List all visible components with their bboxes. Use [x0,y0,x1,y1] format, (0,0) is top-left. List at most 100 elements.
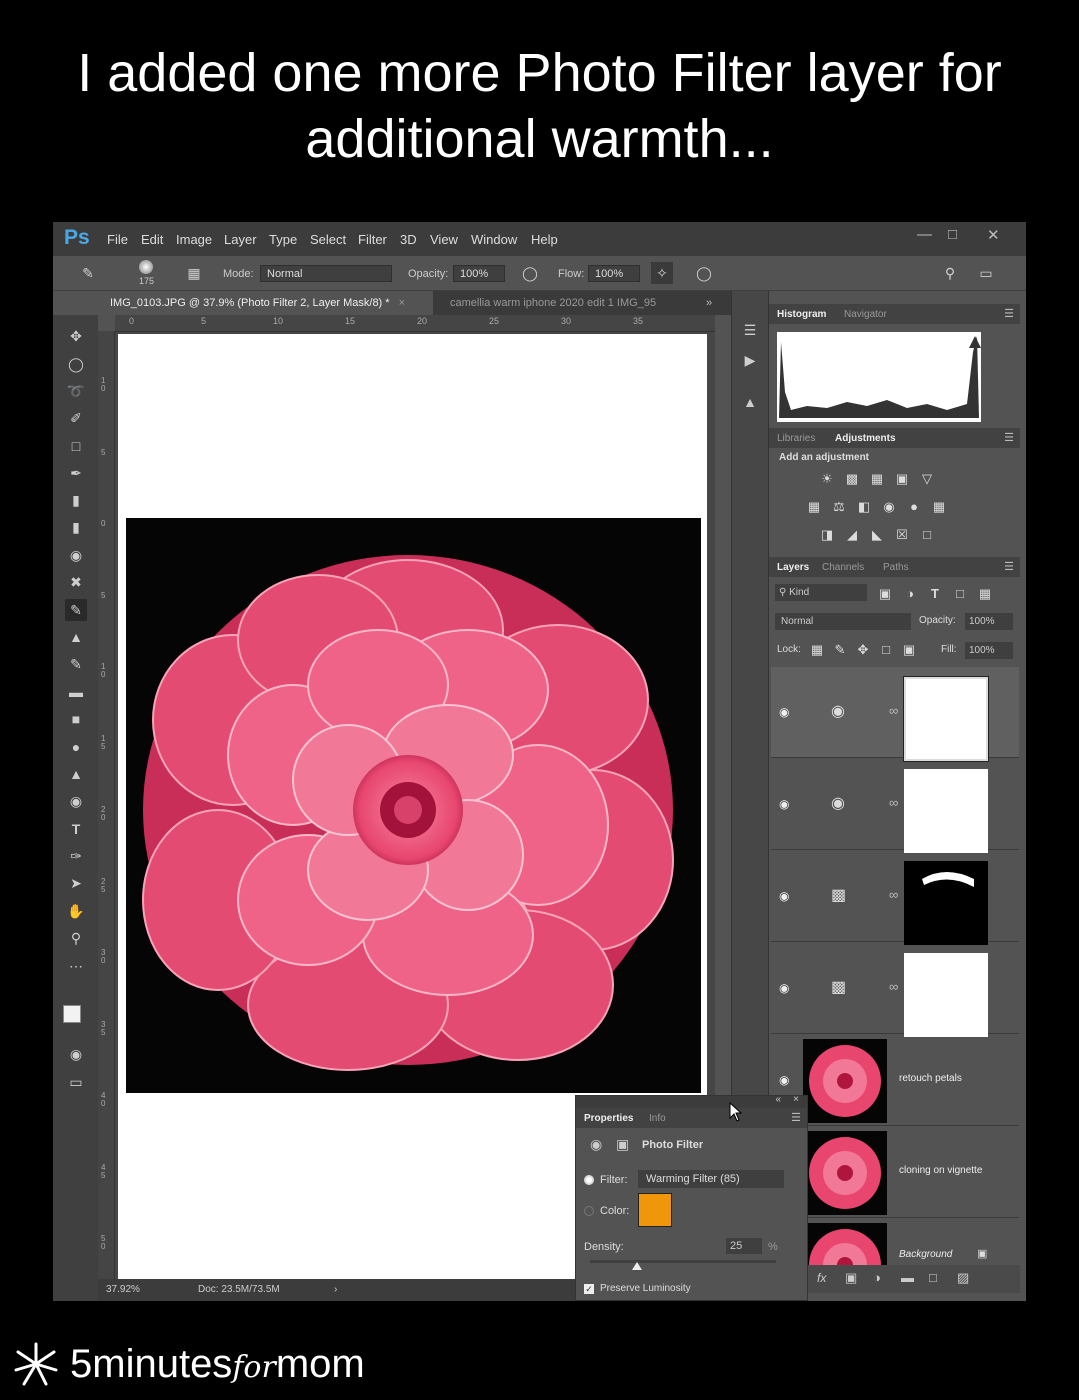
menu-file[interactable]: File [107,232,128,247]
selective-color-icon[interactable]: ☒ [894,528,910,542]
mask-link-icon[interactable]: ∞ [889,795,898,810]
mask-link-icon[interactable]: ∞ [889,979,898,994]
filter-radio[interactable] [584,1175,594,1185]
tab-histogram[interactable]: Histogram [777,309,826,320]
posterize-icon[interactable]: ◢ [844,528,860,542]
airbrush-icon[interactable]: ✧ [651,262,673,284]
layer-row-cloning-on-vignette[interactable]: ◉ cloning on vignette [771,1127,1019,1218]
layer-row-photo-filter-1[interactable]: ◉ ◉ ∞ [771,759,1019,853]
clone-source-icon[interactable]: ▲ [739,391,761,413]
doc-tab-inactive[interactable]: camellia warm iphone 2020 edit 1 IMG_95 [450,291,690,315]
lock-paint-icon[interactable]: ✎ [832,643,848,657]
visibility-eye-icon[interactable]: ◉ [779,797,789,811]
mask-link-icon[interactable]: ∞ [889,703,898,718]
filter-smart-object-icon[interactable]: ▦ [977,587,993,601]
minimize-icon[interactable]: — [917,226,932,243]
actions-play-icon[interactable]: ▶ [739,349,761,371]
dodge-tool-icon[interactable]: ◉ [65,790,87,812]
layer-mask-thumbnail[interactable] [904,953,988,1037]
panel-menu-icon[interactable]: ☰ [791,1111,801,1124]
fx-icon[interactable]: fx [817,1271,826,1285]
history-brush-icon[interactable]: ✎ [65,653,87,675]
filter-select[interactable]: Warming Filter (85) [638,1170,784,1188]
quick-select-tool-icon[interactable]: ✐ [65,407,87,429]
visibility-eye-icon[interactable]: ◉ [779,981,789,995]
quick-mask-icon[interactable]: ◉ [65,1043,87,1065]
vibrance-icon[interactable]: ▽ [919,472,935,486]
new-adjustment-icon[interactable]: ◑ [873,1270,881,1285]
content-aware-tool-icon[interactable]: ◉ [65,544,87,566]
lock-all-icon[interactable]: ▣ [901,643,917,657]
move-tool-icon[interactable]: ✥ [65,325,87,347]
blend-mode-select[interactable]: Normal [775,613,911,630]
panel-menu-icon[interactable]: ☰ [1004,431,1014,444]
visibility-eye-icon[interactable]: ◉ [779,705,789,719]
layer-row-background[interactable]: Background ▣ [771,1219,1019,1265]
workspace-icon[interactable]: ▭ [975,262,997,284]
screen-mode-icon[interactable]: ▭ [65,1071,87,1093]
color-radio[interactable] [584,1206,594,1216]
filter-shape-icon[interactable]: □ [952,587,968,601]
menu-image[interactable]: Image [176,232,212,247]
visibility-eye-icon[interactable]: ◉ [779,1073,789,1087]
lock-artboard-icon[interactable]: □ [878,643,894,657]
opacity-field[interactable]: 100% [453,265,505,282]
lock-pixels-icon[interactable]: ▦ [809,643,825,657]
layer-mask-thumbnail[interactable] [904,861,988,945]
color-lookup-icon[interactable]: ▦ [931,500,947,514]
gradient-tool-icon[interactable]: ■ [65,708,87,730]
red-eye-tool-icon[interactable]: ✖ [65,571,87,593]
tabs-overflow-icon[interactable]: » [706,291,712,315]
zoom-tool-icon[interactable]: ⚲ [65,927,87,949]
eyedropper-tool-icon[interactable]: ✒ [65,462,87,484]
hue-saturation-icon[interactable]: ▦ [806,500,822,514]
close-icon[interactable]: ✕ [987,226,1000,244]
brush-panel-icon[interactable]: ▦ [183,262,205,284]
filter-pixel-icon[interactable]: ▣ [877,587,893,601]
doc-tab-active[interactable]: IMG_0103.JPG @ 37.9% (Photo Filter 2, La… [98,291,433,315]
layer-name[interactable]: retouch petals [899,1073,962,1084]
add-mask-icon[interactable]: ▣ [845,1270,857,1286]
layer-mask-thumbnail[interactable] [904,769,988,853]
channel-mixer-icon[interactable]: ● [906,500,922,514]
exposure-icon[interactable]: ▣ [894,472,910,486]
maximize-icon[interactable]: □ [948,226,957,243]
lasso-tool-icon[interactable]: ➰ [65,380,87,402]
sharpen-tool-icon[interactable]: ▲ [65,763,87,785]
mode-select[interactable]: Normal [260,265,392,282]
fill-field[interactable]: 100% [965,642,1013,659]
more-tools-icon[interactable]: ⋯ [65,955,87,977]
tab-libraries[interactable]: Libraries [777,433,815,444]
menu-select[interactable]: Select [310,232,346,247]
layer-kind-filter[interactable]: ⚲ Kind [775,584,867,601]
pressure-size-icon[interactable]: ◯ [693,262,715,284]
tab-channels[interactable]: Channels [822,562,864,573]
brush-tool-icon[interactable]: ✎ [65,599,87,621]
layer-name[interactable]: cloning on vignette [899,1165,982,1176]
color-balance-icon[interactable]: ⚖ [831,500,847,514]
history-panel-icon[interactable]: ☰ [739,319,761,341]
layer-row-levels-1[interactable]: ◉ ▩ ∞ [771,851,1019,945]
tab-adjustments[interactable]: Adjustments [835,433,896,444]
blur-tool-icon[interactable]: ● [65,736,87,758]
patch-tool-icon[interactable]: ▮ [65,516,87,538]
density-slider-track[interactable] [590,1260,776,1270]
density-field[interactable]: 25 [726,1238,762,1254]
delete-layer-icon[interactable]: ▨ [957,1270,969,1286]
tab-close-icon[interactable]: × [399,297,405,309]
density-slider-thumb[interactable] [631,1262,642,1270]
brightness-icon[interactable]: ☀ [819,472,835,486]
tab-layers[interactable]: Layers [777,562,809,573]
tab-paths[interactable]: Paths [883,562,909,573]
menu-help[interactable]: Help [531,232,558,247]
menu-window[interactable]: Window [471,232,517,247]
zoom-level[interactable]: 37.92% [106,1279,140,1301]
pen-tool-icon[interactable]: ✑ [65,845,87,867]
menu-3d[interactable]: 3D [400,232,417,247]
new-layer-icon[interactable]: □ [929,1270,937,1285]
gradient-map-icon[interactable]: □ [919,528,935,542]
menu-type[interactable]: Type [269,232,297,247]
search-icon[interactable]: ⚲ [939,262,961,284]
photo-filter-icon[interactable]: ◉ [881,500,897,514]
type-tool-icon[interactable]: T [65,818,87,840]
